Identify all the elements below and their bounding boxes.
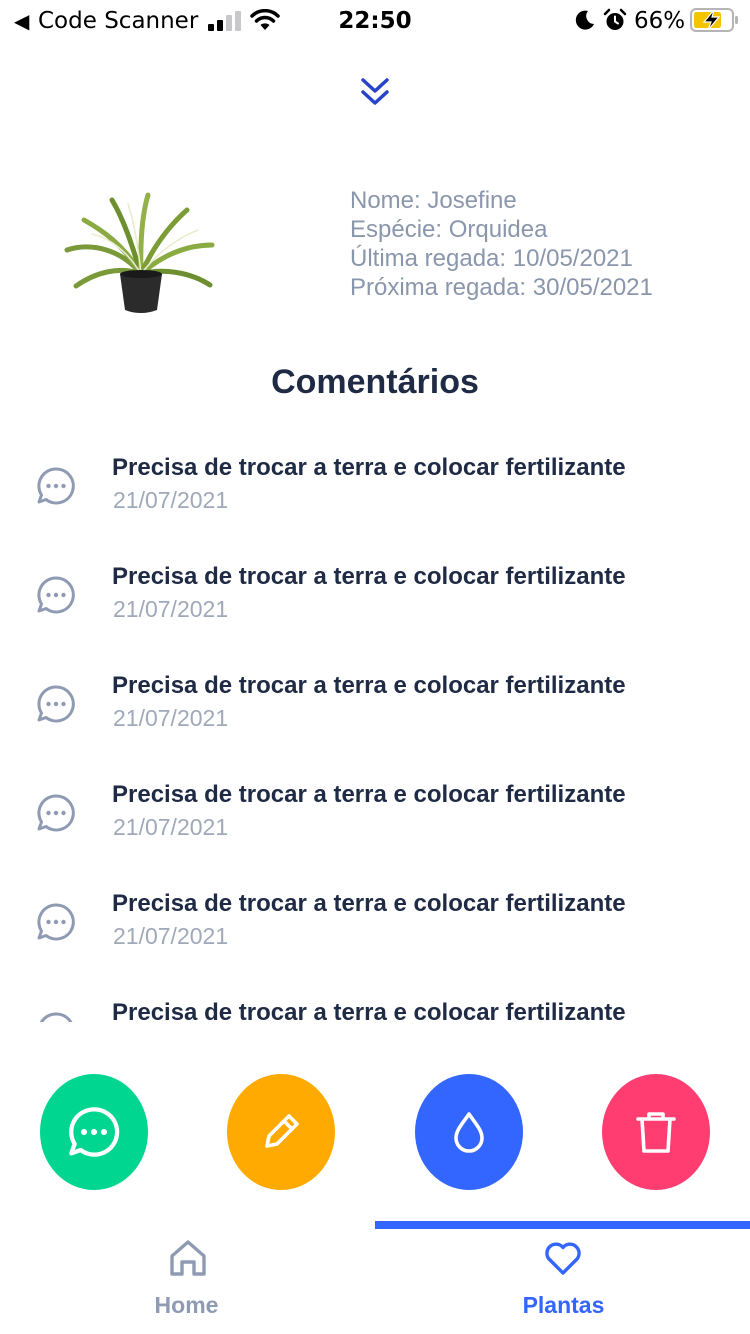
list-item[interactable]: Precisa de trocar a terra e colocar fert… xyxy=(0,985,750,1022)
list-item[interactable]: Precisa de trocar a terra e colocar fert… xyxy=(0,549,750,649)
comment-bubble-icon xyxy=(37,794,75,832)
trash-icon xyxy=(636,1112,676,1153)
water-plant-button[interactable] xyxy=(415,1074,523,1190)
tab-home[interactable]: Home xyxy=(0,1230,375,1334)
collapse-chevron-button[interactable] xyxy=(355,72,395,112)
tab-plants-label: Plantas xyxy=(522,1292,605,1318)
comment-date: 21/07/2021 xyxy=(113,487,229,513)
chevron-double-down-icon xyxy=(361,78,389,105)
tab-home-label: Home xyxy=(154,1292,219,1318)
comment-bubble-icon xyxy=(37,903,75,941)
list-item[interactable]: Precisa de trocar a terra e colocar fert… xyxy=(0,767,750,867)
pencil-icon xyxy=(265,1114,299,1148)
comment-text: Precisa de trocar a terra e colocar fert… xyxy=(112,781,626,808)
water-drop-icon xyxy=(454,1112,484,1153)
comment-bubble-icon xyxy=(37,685,75,723)
comment-date: 21/07/2021 xyxy=(113,814,229,840)
battery-charging-icon xyxy=(690,8,738,32)
comment-date: 21/07/2021 xyxy=(113,923,229,949)
plant-photo xyxy=(64,192,215,313)
comments-list[interactable]: Precisa de trocar a terra e colocar fert… xyxy=(0,440,750,1022)
plant-next-water: Próxima regada: 30/05/2021 xyxy=(350,274,653,301)
comment-text: Precisa de trocar a terra e colocar fert… xyxy=(112,563,626,590)
heart-icon xyxy=(545,1242,581,1275)
plant-last-watered: Última regada: 10/05/2021 xyxy=(350,245,633,272)
list-item[interactable]: Precisa de trocar a terra e colocar fert… xyxy=(0,876,750,976)
plant-info: Nome: Josefine Espécie: Orquidea Última … xyxy=(350,186,653,302)
battery-percent: 66% xyxy=(634,8,686,34)
comment-icon xyxy=(69,1107,120,1157)
plant-name: Nome: Josefine xyxy=(350,187,517,214)
tab-plants[interactable]: Plantas xyxy=(375,1230,750,1334)
edit-plant-button[interactable] xyxy=(227,1074,335,1190)
alarm-icon xyxy=(603,8,627,30)
add-comment-button[interactable] xyxy=(40,1074,148,1190)
list-item[interactable]: Precisa de trocar a terra e colocar fert… xyxy=(0,440,750,540)
comment-date: 21/07/2021 xyxy=(113,596,229,622)
comment-text: Precisa de trocar a terra e colocar fert… xyxy=(112,672,626,699)
comment-text: Precisa de trocar a terra e colocar fert… xyxy=(112,999,626,1022)
comment-text: Precisa de trocar a terra e colocar fert… xyxy=(112,454,626,481)
plant-species: Espécie: Orquidea xyxy=(350,216,548,243)
delete-plant-button[interactable] xyxy=(602,1074,710,1190)
moon-icon xyxy=(575,10,594,30)
active-tab-indicator xyxy=(375,1221,750,1229)
comment-bubble-icon xyxy=(39,1012,73,1022)
comment-bubble-icon xyxy=(37,576,75,614)
comment-bubble-icon xyxy=(37,467,75,505)
comment-text: Precisa de trocar a terra e colocar fert… xyxy=(112,890,626,917)
comment-date: 21/07/2021 xyxy=(113,705,229,731)
status-bar: ◀ Code Scanner 22:50 66% xyxy=(0,0,750,44)
comments-title: Comentários xyxy=(271,363,479,401)
home-icon xyxy=(170,1240,206,1276)
list-item[interactable]: Precisa de trocar a terra e colocar fert… xyxy=(0,658,750,758)
